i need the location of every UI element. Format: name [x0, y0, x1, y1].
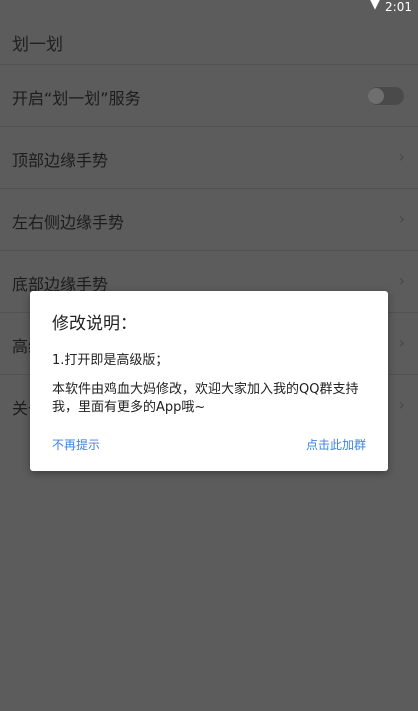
dialog-line-2: 本软件由鸡血大妈修改，欢迎大家加入我的QQ群支持我，里面有更多的App哦~ — [52, 382, 359, 415]
wifi-icon: ▼ — [370, 0, 380, 12]
dialog-line-1: 1.打开即是高级版； — [52, 353, 169, 368]
setting-label: 左右侧边缘手势 — [12, 213, 125, 232]
modification-notice-dialog: 修改说明： 1.打开即是高级版； 本软件由鸡血大妈修改，欢迎大家加入我的QQ群支… — [30, 291, 388, 471]
status-time: 2:01 — [385, 0, 412, 14]
setting-row-enable-service[interactable]: 开启“划一划”服务 — [0, 64, 418, 126]
setting-row-side-edge[interactable]: 左右侧边缘手势 › — [0, 188, 418, 250]
toggle-knob — [368, 88, 384, 104]
dialog-title: 修改说明： — [52, 314, 137, 334]
app-title: 划一划 — [12, 35, 63, 55]
status-bar: ▼ 2:01 — [0, 0, 418, 14]
setting-label: 开启“划一划”服务 — [12, 89, 141, 108]
dont-show-again-button[interactable]: 不再提示 — [52, 436, 100, 453]
setting-label: 顶部边缘手势 — [12, 151, 109, 170]
setting-row-top-edge[interactable]: 顶部边缘手势 › — [0, 126, 418, 188]
chevron-right-icon: › — [398, 395, 405, 414]
service-toggle[interactable] — [368, 87, 404, 105]
chevron-right-icon: › — [398, 271, 405, 290]
join-group-button[interactable]: 点击此加群 — [306, 436, 366, 453]
chevron-right-icon: › — [398, 147, 405, 166]
chevron-right-icon: › — [398, 333, 405, 352]
chevron-right-icon: › — [398, 209, 405, 228]
